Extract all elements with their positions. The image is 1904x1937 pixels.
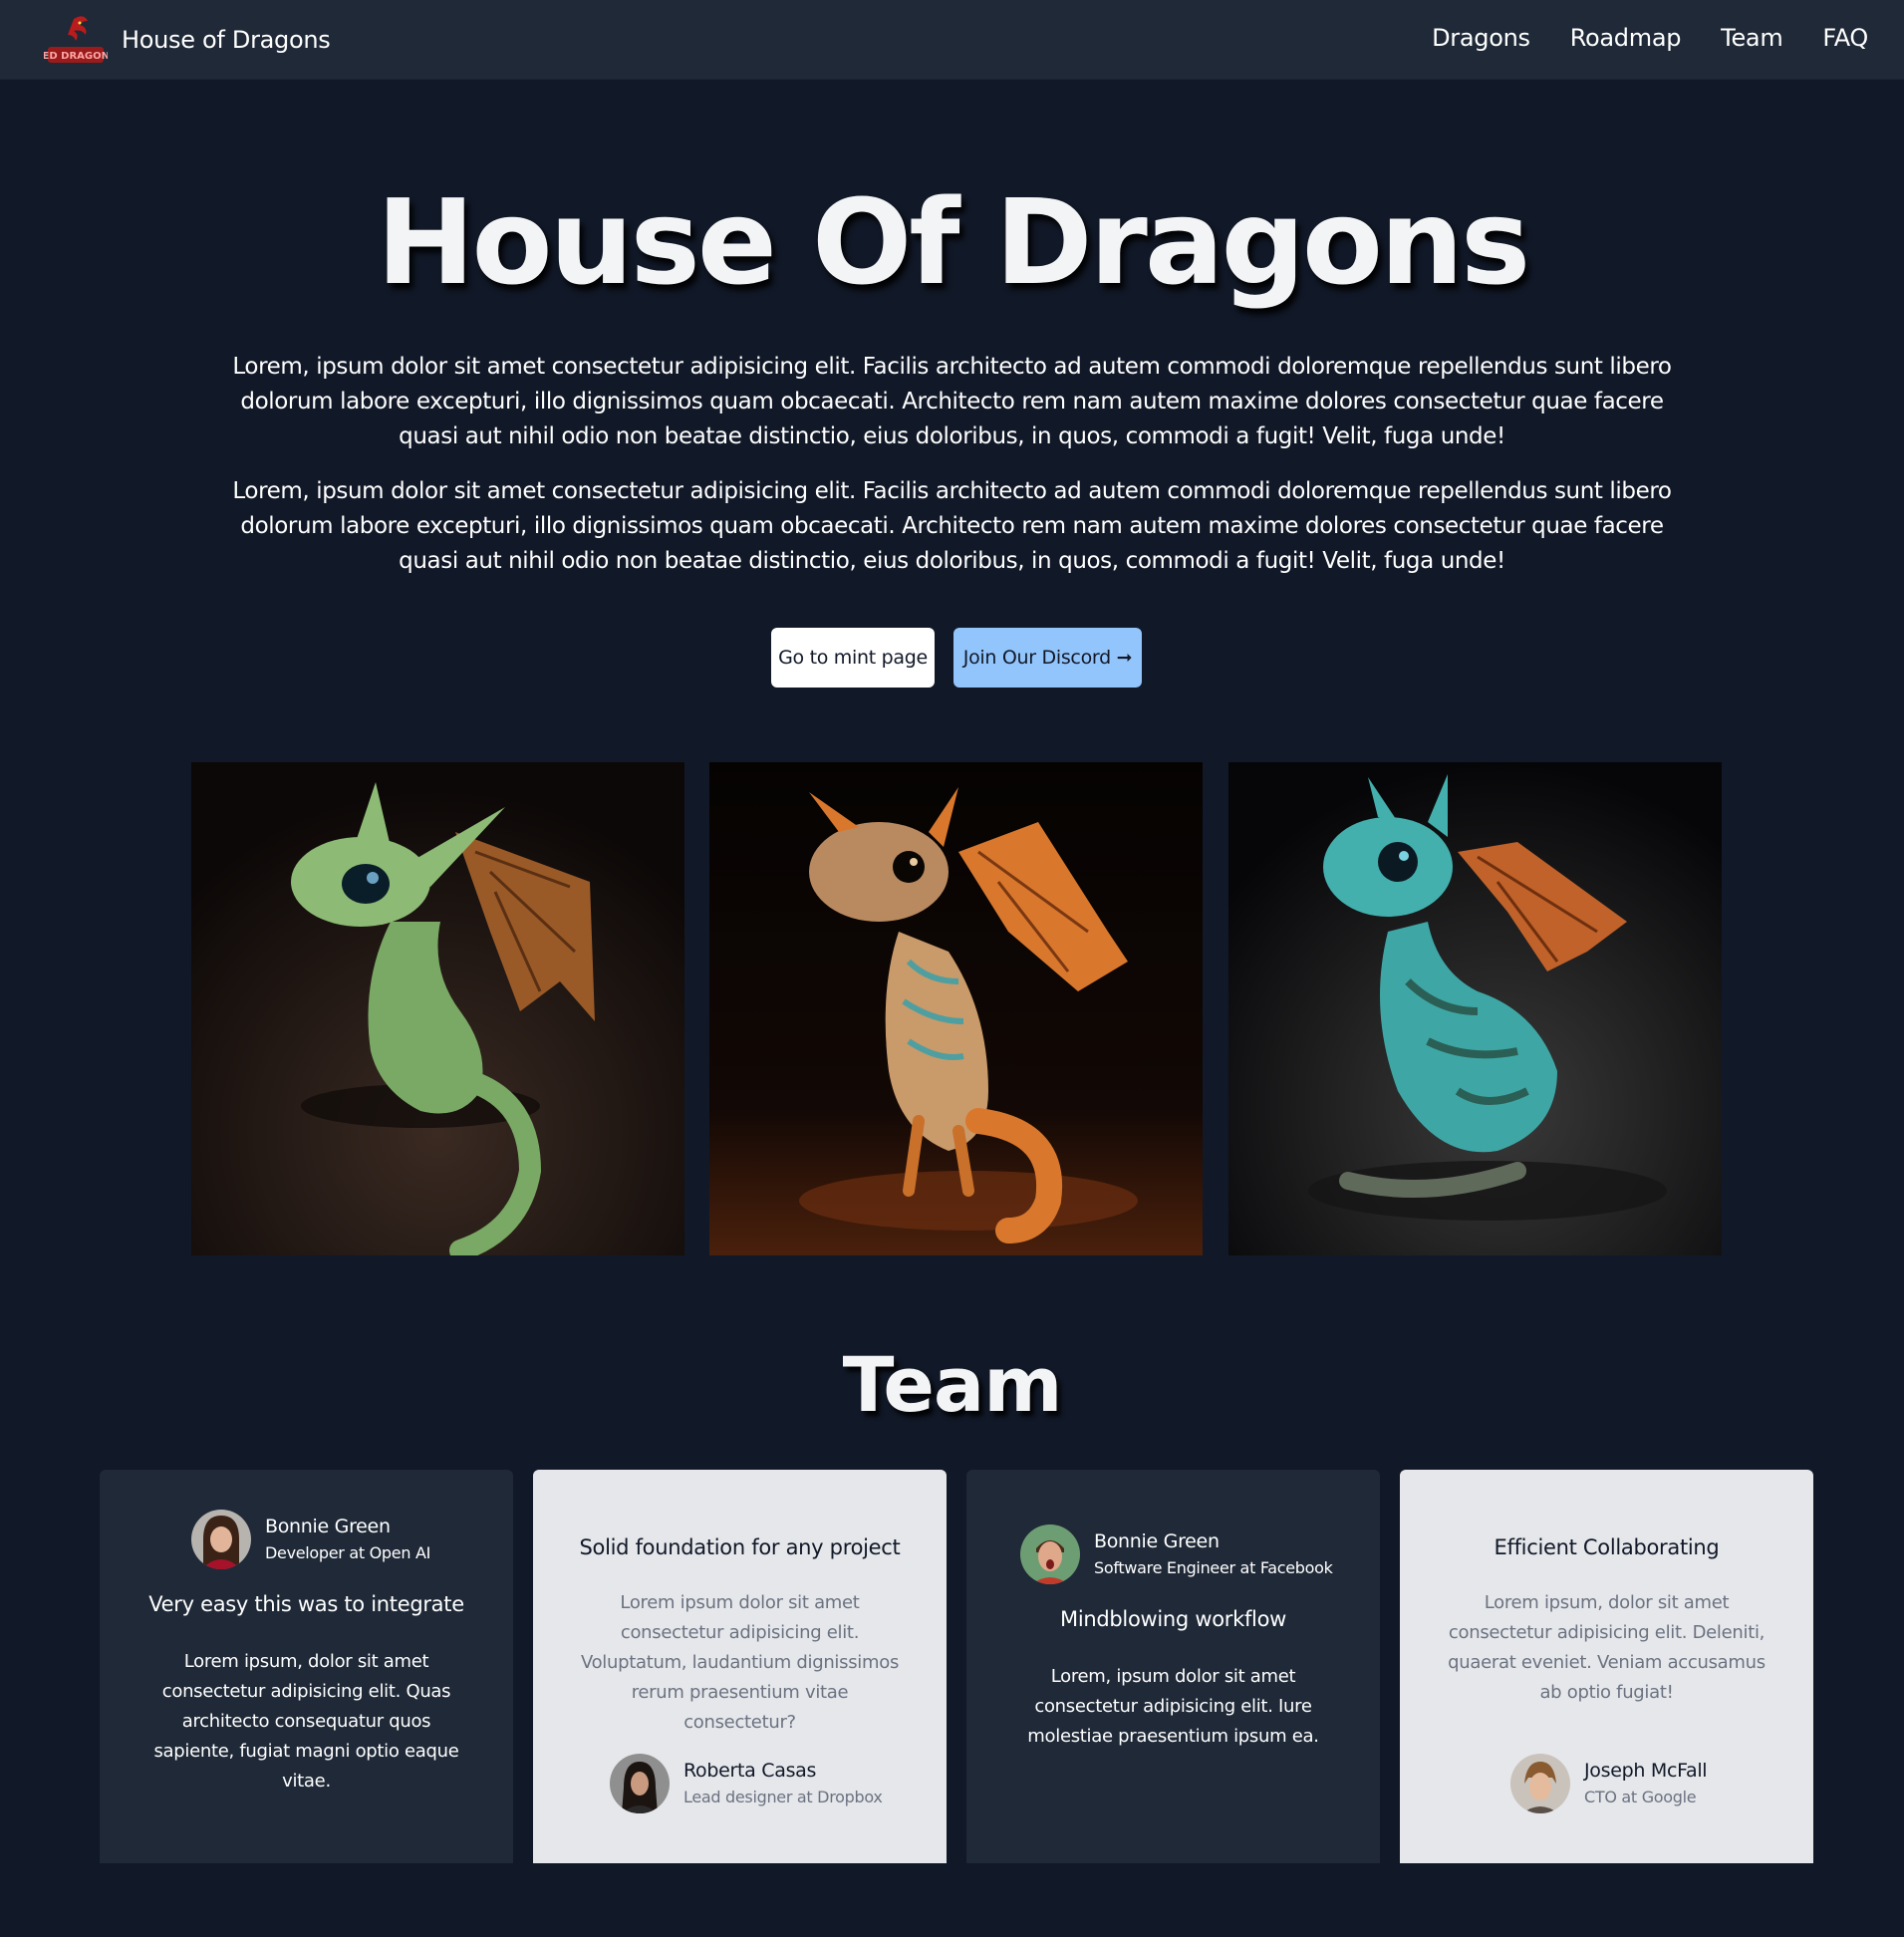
avatar <box>1020 1524 1080 1584</box>
nav-link-roadmap[interactable]: Roadmap <box>1570 24 1682 52</box>
testimonial-author: Roberta Casas Lead designer at Dropbox <box>610 1754 883 1813</box>
team-section-title: Team <box>842 1340 1063 1429</box>
quote-body: Lorem, ipsum dolor sit amet consectetur … <box>1027 1666 1319 1747</box>
author-name: Bonnie Green <box>1094 1530 1220 1552</box>
testimonial-author: Bonnie Green Software Engineer at Facebo… <box>1020 1524 1333 1584</box>
testimonial-card-4: Efficient Collaborating Lorem ipsum, dol… <box>1400 1470 1813 1863</box>
quote-body: Lorem ipsum dolor sit amet consectetur a… <box>580 1592 900 1733</box>
testimonial-author: Joseph McFall CTO at Google <box>1510 1754 1708 1813</box>
author-name: Joseph McFall <box>1584 1760 1708 1782</box>
go-to-mint-button[interactable]: Go to mint page <box>771 628 935 688</box>
quote-body: Lorem ipsum, dolor sit amet consectetur … <box>153 1651 459 1792</box>
testimonial-card-1: Bonnie Green Developer at Open AI Very e… <box>100 1470 513 1863</box>
nav-link-faq[interactable]: FAQ <box>1822 24 1868 52</box>
green-dragon-image <box>191 762 684 1255</box>
nav-link-team[interactable]: Team <box>1721 24 1783 52</box>
author-role: Lead designer at Dropbox <box>683 1788 883 1806</box>
svg-text:RED DRAGONS: RED DRAGONS <box>44 51 108 62</box>
author-role: CTO at Google <box>1584 1788 1697 1806</box>
author-name: Bonnie Green <box>265 1516 391 1537</box>
brand-name: House of Dragons <box>122 26 331 54</box>
author-role: Developer at Open AI <box>265 1543 431 1562</box>
author-role: Software Engineer at Facebook <box>1094 1558 1333 1577</box>
avatar <box>610 1754 670 1813</box>
quote-title: Mindblowing workflow <box>1060 1607 1286 1631</box>
teal-dragon-image <box>1228 762 1722 1255</box>
hero-paragraph-1: Lorem, ipsum dolor sit amet consectetur … <box>232 354 1672 449</box>
nav-link-dragons[interactable]: Dragons <box>1432 24 1530 52</box>
hero-title: House Of Dragons <box>376 173 1530 311</box>
join-discord-button[interactable]: Join Our Discord ➞ <box>953 628 1142 688</box>
testimonial-author: Bonnie Green Developer at Open AI <box>191 1510 430 1569</box>
hero-paragraph-2: Lorem, ipsum dolor sit amet consectetur … <box>232 478 1672 574</box>
dragon-logo-icon: RED DRAGONS <box>44 16 108 63</box>
testimonial-card-3: Bonnie Green Software Engineer at Facebo… <box>966 1470 1380 1863</box>
avatar <box>1510 1754 1570 1813</box>
testimonial-card-2: Solid foundation for any project Lorem i… <box>533 1470 947 1863</box>
avatar <box>191 1510 251 1569</box>
orange-dragon-image <box>709 762 1203 1255</box>
quote-title: Efficient Collaborating <box>1494 1535 1720 1559</box>
top-navbar: RED DRAGONS House of Dragons Dragons Roa… <box>0 0 1904 80</box>
brand-link[interactable]: RED DRAGONS House of Dragons <box>44 13 331 67</box>
nav-links: Dragons Roadmap Team FAQ <box>1392 24 1868 52</box>
quote-title: Solid foundation for any project <box>579 1535 901 1559</box>
quote-body: Lorem ipsum, dolor sit amet consectetur … <box>1448 1592 1766 1703</box>
quote-title: Very easy this was to integrate <box>148 1592 464 1616</box>
author-name: Roberta Casas <box>683 1760 817 1782</box>
